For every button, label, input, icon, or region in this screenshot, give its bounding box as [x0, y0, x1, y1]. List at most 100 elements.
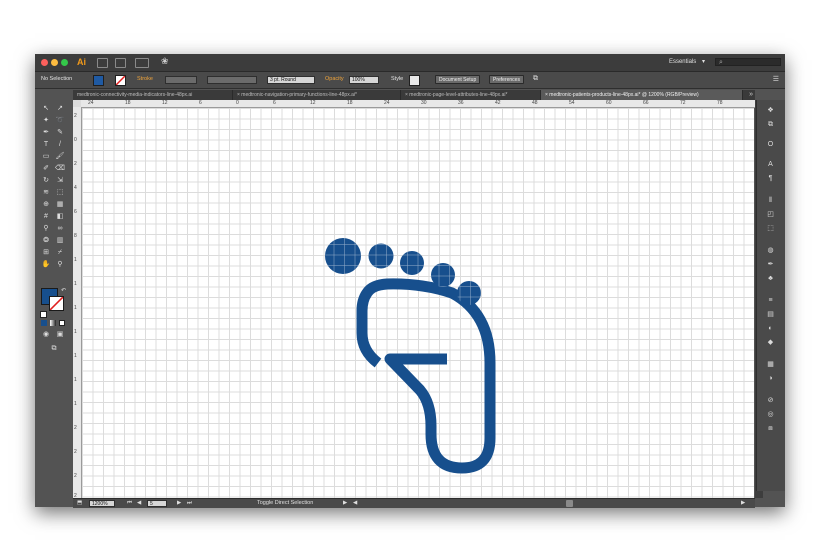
shape-builder-tool-icon[interactable]: ⊕ [41, 200, 51, 209]
eraser-tool-icon[interactable]: ⌫ [55, 164, 65, 173]
bridge-icon[interactable] [97, 58, 108, 68]
width-tool-icon[interactable]: ≋ [41, 188, 51, 197]
curvature-tool-icon[interactable]: ✎ [55, 128, 65, 137]
previous-artboard-button[interactable]: ◀ [137, 500, 141, 506]
variable-width-profile[interactable] [207, 76, 257, 84]
gpu-preview-icon[interactable]: ❀ [161, 56, 169, 67]
info-icon[interactable]: ⧈ [765, 424, 776, 433]
status-tool-hint[interactable]: Toggle Direct Selection [257, 500, 313, 506]
search-input[interactable]: ⌕ [715, 58, 781, 66]
paragraph-icon[interactable]: ¶ [765, 174, 776, 183]
rectangle-tool-icon[interactable]: ▭ [41, 152, 51, 161]
blend-tool-icon[interactable]: ∞ [55, 224, 65, 233]
tab-patients-products[interactable]: × medtronic-patients-products-line-48px.… [541, 90, 743, 100]
zoom-tool-icon[interactable]: ⚲ [55, 260, 65, 269]
artboards-icon[interactable]: ⧉ [765, 120, 776, 129]
graphic-style-swatch[interactable] [409, 75, 420, 86]
stroke-color-box[interactable] [49, 296, 64, 311]
opacity-label[interactable]: Opacity [325, 76, 344, 82]
scroll-right-button[interactable]: ▶ [741, 500, 745, 506]
free-transform-tool-icon[interactable]: ⬚ [55, 188, 65, 197]
symbol-sprayer-tool-icon[interactable]: ❂ [41, 236, 51, 245]
close-window-button[interactable] [41, 59, 48, 66]
ruler-origin[interactable] [73, 100, 81, 107]
zoom-window-button[interactable] [61, 59, 68, 66]
selection-tool-icon[interactable]: ↖ [41, 104, 51, 113]
layers-icon[interactable]: ❖ [765, 106, 776, 115]
mesh-tool-icon[interactable]: # [41, 212, 51, 221]
zoom-field[interactable]: 1200% [89, 500, 115, 507]
last-artboard-button[interactable]: ⏭ [187, 500, 192, 507]
shaper-tool-icon[interactable]: ✐ [41, 164, 51, 173]
workspace-switcher[interactable]: Essentials ▾ [669, 58, 705, 65]
tab-page-level[interactable]: × medtronic-page-level-attributes-line-4… [401, 90, 541, 100]
first-artboard-button[interactable]: ⏮ [127, 500, 132, 507]
opacity-field[interactable]: 100% [349, 76, 379, 84]
artboard-tool-icon[interactable]: ⊞ [41, 248, 51, 257]
default-colors-icon[interactable] [40, 311, 47, 318]
direct-selection-tool-icon[interactable]: ↗ [55, 104, 65, 113]
links-icon[interactable]: ⊘ [765, 396, 776, 405]
color-panel-icon[interactable]: ◑ [765, 374, 776, 383]
fill-swatch[interactable] [93, 75, 104, 86]
panel-menu-icon[interactable]: ☰ [773, 75, 779, 83]
vertical-ruler[interactable]: 2 0 2 4 6 8 1 1 1 1 1 1 1 2 2 2 2 [73, 107, 82, 498]
gradient-mode-icon[interactable] [50, 320, 56, 326]
arrange-documents-icon[interactable] [135, 58, 149, 68]
line-tool-icon[interactable]: / [55, 140, 65, 149]
color-guide-icon[interactable]: ◆ [765, 338, 776, 347]
swap-colors-icon[interactable]: ↶ [61, 287, 66, 294]
artboard-number-field[interactable]: 5 [147, 500, 167, 507]
minimize-window-button[interactable] [51, 59, 58, 66]
artboard-nav-icon[interactable]: ⬒ [77, 500, 82, 506]
gradient-tool-icon[interactable]: ◧ [55, 212, 65, 221]
stroke-weight-field[interactable] [165, 76, 197, 84]
align-panel-icon[interactable]: ⫴ [765, 196, 776, 205]
stroke-label[interactable]: Stroke [137, 76, 153, 82]
draw-inside-icon[interactable]: ▣ [55, 330, 65, 339]
align-icon[interactable]: ⧉ [533, 75, 538, 83]
character-icon[interactable]: A [765, 160, 776, 169]
tab-overflow-button[interactable]: » [749, 90, 753, 100]
pen-tool-icon[interactable]: ✒ [41, 128, 51, 137]
stock-icon[interactable] [115, 58, 126, 68]
status-menu-arrow[interactable]: ▶ [343, 500, 347, 506]
rotate-tool-icon[interactable]: ↻ [41, 176, 51, 185]
perspective-grid-tool-icon[interactable]: ▦ [55, 200, 65, 209]
transform-icon[interactable]: ⬚ [765, 224, 776, 233]
horizontal-scroll-thumb[interactable] [566, 500, 573, 507]
appearance-icon[interactable]: ◍ [765, 246, 776, 255]
type-tool-icon[interactable]: T [41, 140, 51, 149]
artboard-canvas[interactable] [82, 108, 754, 498]
lasso-tool-icon[interactable]: ➰ [55, 116, 65, 125]
navigator-icon[interactable]: ◎ [765, 410, 776, 419]
stroke-panel-icon[interactable]: ≡ [765, 296, 776, 305]
tab-connectivity[interactable]: medtronic-connectivity-media-indicators-… [73, 90, 233, 100]
column-graph-tool-icon[interactable]: ▥ [55, 236, 65, 245]
draw-mode-icon[interactable]: ◉ [41, 330, 51, 339]
brushes-icon[interactable]: ✒ [765, 260, 776, 269]
swatches-icon[interactable]: ▦ [765, 360, 776, 369]
hand-tool-icon[interactable]: ✋ [41, 260, 51, 269]
tab-navigation[interactable]: × medtronic-navigation-primary-functions… [233, 90, 401, 100]
slice-tool-icon[interactable]: ⌿ [55, 248, 65, 257]
color-mode-icon[interactable] [41, 320, 47, 326]
foot-icon[interactable] [82, 108, 754, 498]
gradient-panel-icon[interactable]: ▤ [765, 310, 776, 319]
horizontal-ruler[interactable]: 24 18 12 6 0 6 12 18 24 30 36 42 48 54 6… [81, 100, 755, 108]
preferences-button[interactable]: Preferences [489, 75, 524, 84]
scroll-left-button[interactable]: ◀ [353, 500, 357, 506]
eyedropper-tool-icon[interactable]: ⚲ [41, 224, 51, 233]
scale-tool-icon[interactable]: ⇲ [55, 176, 65, 185]
none-mode-icon[interactable] [59, 320, 65, 326]
document-setup-button[interactable]: Document Setup [435, 75, 481, 84]
transparency-icon[interactable]: ◐ [765, 324, 776, 333]
screen-mode-icon[interactable]: ⧉ [49, 344, 59, 353]
brush-definition[interactable]: 3 pt. Round [267, 76, 315, 84]
next-artboard-button[interactable]: ▶ [177, 500, 181, 506]
magic-wand-tool-icon[interactable]: ✦ [41, 116, 51, 125]
paintbrush-tool-icon[interactable]: 🖌 [55, 152, 65, 161]
pathfinder-icon[interactable]: ◰ [765, 210, 776, 219]
opentype-icon[interactable]: O [765, 140, 776, 149]
symbols-icon[interactable]: ♣ [765, 274, 776, 283]
